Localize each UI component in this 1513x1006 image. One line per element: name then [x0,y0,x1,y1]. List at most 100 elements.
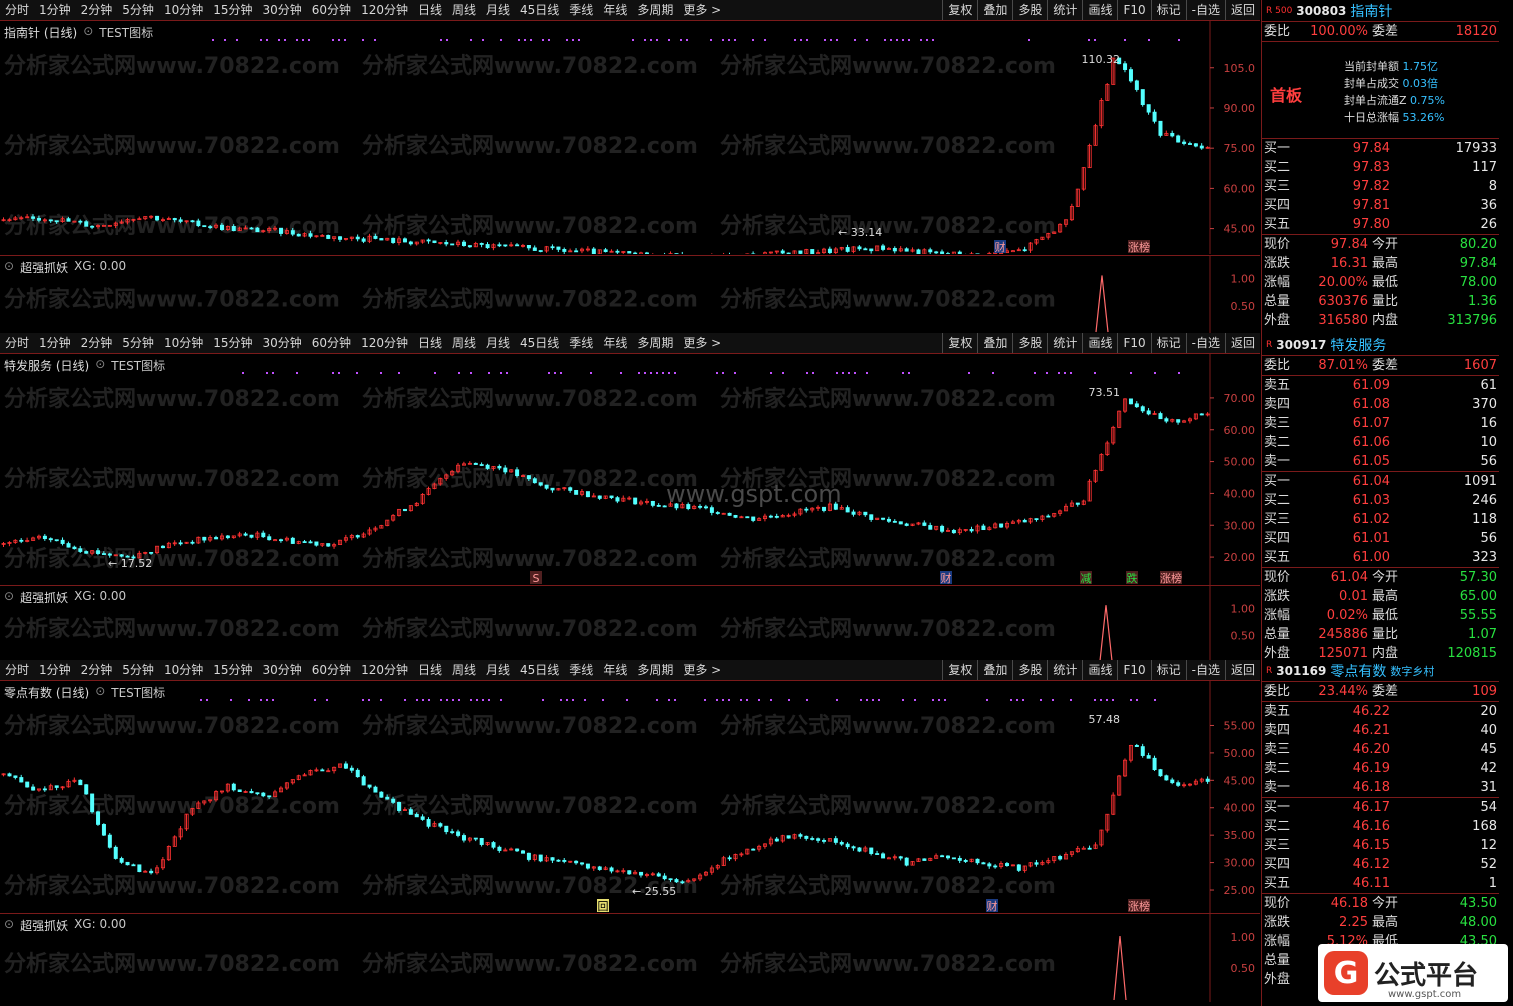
period-tab[interactable]: 5分钟 [117,333,159,353]
period-tab[interactable]: 45日线 [515,660,564,680]
toolbar-action[interactable]: 叠加 [977,333,1012,353]
event-badge[interactable]: 财 [940,571,952,585]
event-badge[interactable]: 减 [1080,571,1092,585]
period-tab[interactable]: 月线 [481,660,515,680]
indicator-chart[interactable]: 1.00 0.50 分析家公式网www.70822.com 分析家公式网www.708… [0,913,1260,1002]
period-tab[interactable]: 年线 [598,660,632,680]
indicator-chart[interactable]: 1.00 0.50 分析家公式网www.70822.com 分析家公式网www.708… [0,585,1260,663]
period-tab[interactable]: 30分钟 [258,0,307,20]
period-tab[interactable]: 45日线 [515,333,564,353]
period-tab[interactable]: 季线 [564,333,598,353]
event-badge[interactable]: 财 [986,899,998,913]
period-tab[interactable]: 多周期 [632,660,678,680]
period-tab[interactable]: 更多 > [678,0,726,20]
period-tab[interactable]: 分时 [0,660,34,680]
event-badge[interactable]: 跌 [1126,571,1138,585]
period-tab[interactable]: 15分钟 [208,333,257,353]
period-tab[interactable]: 2分钟 [76,333,118,353]
toolbar-action[interactable]: 统计 [1047,333,1082,353]
period-tab[interactable]: 多周期 [632,333,678,353]
toolbar-action[interactable]: 画线 [1082,0,1117,20]
period-tab[interactable]: 周线 [447,333,481,353]
period-tab[interactable]: 周线 [447,0,481,20]
event-badge[interactable]: S [530,571,542,585]
event-badge[interactable]: 财 [994,240,1006,254]
toolbar-action[interactable]: 复权 [942,0,977,20]
event-badge[interactable]: 涨榜 [1160,571,1182,585]
event-badge[interactable]: 涨榜 [1128,899,1150,913]
period-tab[interactable]: 60分钟 [307,333,356,353]
toolbar-action[interactable]: -自选 [1185,660,1225,680]
toolbar-action[interactable]: 返回 [1224,0,1260,20]
period-tab[interactable]: 30分钟 [258,333,307,353]
period-tab[interactable]: 15分钟 [208,660,257,680]
period-tab[interactable]: 年线 [598,333,632,353]
toolbar-action[interactable]: 多股 [1012,660,1047,680]
period-tab[interactable]: 日线 [413,660,447,680]
toolbar-action[interactable]: 统计 [1047,660,1082,680]
toolbar-action[interactable]: 复权 [942,333,977,353]
period-tab[interactable]: 60分钟 [307,660,356,680]
kline-chart[interactable]: 70.00 60.00 50.00 40.00 30.00 20.00 分析家公式网www.… [0,354,1260,585]
stock-name[interactable]: 特发服务 [1330,335,1386,355]
event-badge[interactable]: 回 [597,899,609,913]
period-tab[interactable]: 5分钟 [117,660,159,680]
toolbar-action[interactable]: 画线 [1082,660,1117,680]
period-tab[interactable]: 45日线 [515,0,564,20]
period-tab[interactable]: 5分钟 [117,0,159,20]
kline-chart[interactable]: 55.00 50.00 45.00 40.00 35.00 30.00 25.00 分析家公式… [0,681,1260,913]
period-tab[interactable]: 日线 [413,0,447,20]
toolbar-action[interactable]: 叠加 [977,0,1012,20]
period-tab[interactable]: 60分钟 [307,0,356,20]
period-tab[interactable]: 30分钟 [258,660,307,680]
toolbar-action[interactable]: 叠加 [977,660,1012,680]
period-tab[interactable]: 更多 > [678,660,726,680]
indicator-settings-icon[interactable]: ⊙ [4,589,14,606]
stock-name[interactable]: 指南针 [1350,1,1392,21]
period-tab[interactable]: 季线 [564,0,598,20]
period-tab[interactable]: 1分钟 [34,0,76,20]
toolbar-action[interactable]: 画线 [1082,333,1117,353]
period-tab[interactable]: 年线 [598,0,632,20]
toolbar-action[interactable]: 返回 [1224,660,1260,680]
period-tab[interactable]: 2分钟 [76,0,118,20]
event-badge[interactable]: 涨榜 [1128,240,1150,254]
settings-icon[interactable]: ⊙ [95,684,105,701]
period-tab[interactable]: 分时 [0,333,34,353]
stock-name[interactable]: 零点有数 [1330,661,1386,681]
indicator-settings-icon[interactable]: ⊙ [4,259,14,276]
toolbar-action[interactable]: 标记 [1150,333,1186,353]
toolbar-action[interactable]: F10 [1117,333,1150,353]
toolbar-action[interactable]: 复权 [942,660,977,680]
toolbar-action[interactable]: 返回 [1224,333,1260,353]
period-tab[interactable]: 120分钟 [356,333,413,353]
period-tab[interactable]: 120分钟 [356,660,413,680]
toolbar-action[interactable]: 多股 [1012,333,1047,353]
kline-chart[interactable]: 105.0 90.00 75.00 60.00 45.00 分析家公式网www.70822… [0,21,1260,254]
period-tab[interactable]: 10分钟 [159,333,208,353]
period-tab[interactable]: 10分钟 [159,0,208,20]
toolbar-action[interactable]: 统计 [1047,0,1082,20]
toolbar-action[interactable]: 多股 [1012,0,1047,20]
settings-icon[interactable]: ⊙ [83,24,93,41]
toolbar-action[interactable]: -自选 [1185,333,1225,353]
period-tab[interactable]: 月线 [481,0,515,20]
toolbar-action[interactable]: -自选 [1185,0,1225,20]
period-tab[interactable]: 1分钟 [34,333,76,353]
period-tab[interactable]: 15分钟 [208,0,257,20]
period-tab[interactable]: 10分钟 [159,660,208,680]
toolbar-action[interactable]: 标记 [1150,660,1186,680]
period-tab[interactable]: 2分钟 [76,660,118,680]
indicator-chart[interactable]: 1.00 0.50 分析家公式网www.70822.com 分析家公式网www.708… [0,255,1260,334]
period-tab[interactable]: 分时 [0,0,34,20]
toolbar-action[interactable]: F10 [1117,660,1150,680]
toolbar-action[interactable]: F10 [1117,0,1150,20]
period-tab[interactable]: 更多 > [678,333,726,353]
period-tab[interactable]: 120分钟 [356,0,413,20]
period-tab[interactable]: 月线 [481,333,515,353]
period-tab[interactable]: 1分钟 [34,660,76,680]
indicator-settings-icon[interactable]: ⊙ [4,917,14,934]
period-tab[interactable]: 日线 [413,333,447,353]
period-tab[interactable]: 周线 [447,660,481,680]
period-tab[interactable]: 多周期 [632,0,678,20]
